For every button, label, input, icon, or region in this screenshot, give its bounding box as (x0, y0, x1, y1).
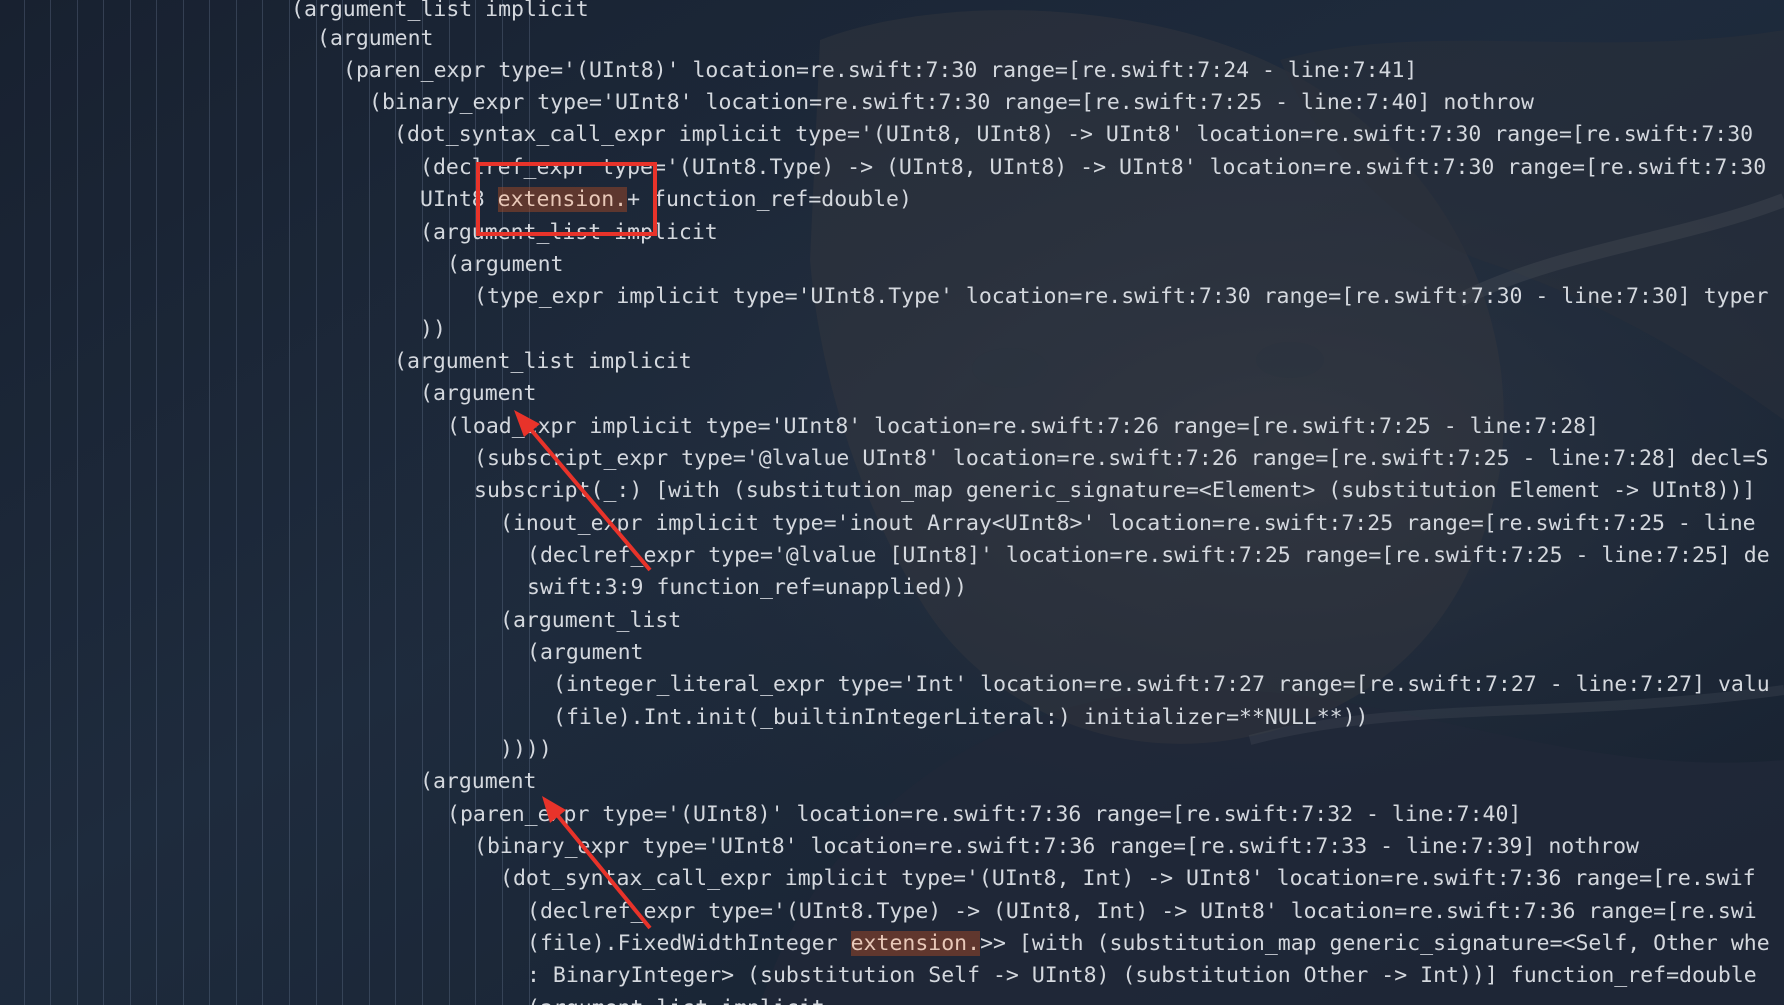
indent-guide (236, 0, 237, 1005)
code-line: (argument (420, 769, 537, 794)
search-match-highlight: extension. (850, 931, 981, 956)
indent-guide (77, 0, 78, 1005)
indent-guide (183, 0, 184, 1005)
code-line: swift:3:9 function_ref=unapplied)) (527, 575, 968, 600)
code-text: (file).FixedWidthInteger (527, 931, 851, 956)
code-line: (paren_expr type='(UInt8)' location=re.s… (343, 58, 1418, 83)
code-line: (argument_list implicit (394, 349, 692, 374)
indent-guide (103, 0, 104, 1005)
code-line: (argument (317, 26, 434, 51)
code-line: (file).Int.init(_builtinIntegerLiteral:)… (553, 705, 1369, 730)
code-line: (subscript_expr type='@lvalue UInt8' loc… (474, 446, 1769, 471)
code-line: (file).FixedWidthInteger extension.>> [w… (527, 928, 1770, 960)
code-line: (argument_list (500, 608, 682, 633)
code-line: (argument (447, 252, 564, 277)
code-line: (integer_literal_expr type='Int' locatio… (553, 672, 1770, 697)
code-line: (argument (527, 640, 644, 665)
code-line: (dot_syntax_call_expr implicit type='(UI… (394, 122, 1754, 147)
indent-guide (156, 0, 157, 1005)
indent-guide (369, 0, 370, 1005)
indent-guide (130, 0, 131, 1005)
code-line: subscript(_:) [with (substitution_map ge… (474, 478, 1756, 503)
indent-guide (262, 0, 263, 1005)
code-line: (argument_list implicit (420, 220, 718, 245)
code-line: : BinaryInteger> (substitution Self -> U… (527, 963, 1757, 988)
indent-guide (342, 0, 343, 1005)
code-line: (declref_expr type='@lvalue [UInt8]' loc… (527, 543, 1770, 568)
code-line: )))) (500, 737, 552, 762)
indent-guide (316, 0, 317, 1005)
code-line: (type_expr implicit type='UInt8.Type' lo… (474, 284, 1769, 309)
indent-guide (50, 0, 51, 1005)
indent-guide (24, 0, 25, 1005)
search-match-highlight: extension. (497, 187, 628, 212)
code-text: UInt8 (420, 187, 498, 212)
code-text: >> [with (substitution_map generic_signa… (980, 931, 1770, 956)
code-line: (binary_expr type='UInt8' location=re.sw… (474, 834, 1639, 859)
code-line: (argument_list implicit (527, 993, 825, 1005)
code-line: (inout_expr implicit type='inout Array<U… (500, 511, 1756, 536)
code-line: (declref_expr type='(UInt8.Type) -> (UIn… (420, 155, 1767, 180)
code-line: (binary_expr type='UInt8' location=re.sw… (369, 90, 1534, 115)
indent-guide (209, 0, 210, 1005)
code-line: (dot_syntax_call_expr implicit type='(UI… (500, 866, 1756, 891)
code-text: + function_ref=double) (627, 187, 912, 212)
code-line: UInt8 extension.+ function_ref=double) (420, 184, 912, 216)
code-editor[interactable]: (argument_list implicit (argument (paren_e… (0, 0, 1784, 1005)
indent-guide (289, 0, 290, 1005)
code-line: (paren_expr type='(UInt8)' location=re.s… (447, 802, 1522, 827)
code-line: (declref_expr type='(UInt8.Type) -> (UIn… (527, 899, 1757, 924)
code-line: (load_expr implicit type='UInt8' locatio… (447, 414, 1600, 439)
code-line: )) (420, 317, 446, 342)
code-line: (argument (420, 381, 537, 406)
